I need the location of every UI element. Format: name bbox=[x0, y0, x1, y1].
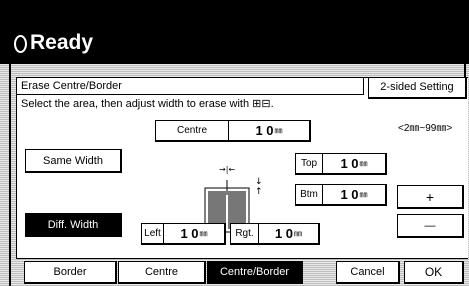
centre-unit: ㎜ bbox=[274, 126, 283, 135]
top-width-field[interactable]: Top 1 0 ㎜ bbox=[295, 153, 387, 175]
decrease-button[interactable]: — bbox=[397, 214, 464, 238]
frame-divider-left bbox=[9, 64, 11, 286]
top-value-box: 1 0 ㎜ bbox=[323, 154, 385, 173]
left-unit: ㎜ bbox=[199, 229, 208, 238]
left-label: Left bbox=[142, 224, 164, 243]
ready-status-icon bbox=[14, 35, 27, 53]
btm-value-box: 1 0 ㎜ bbox=[323, 185, 385, 204]
top-value: 1 0 bbox=[340, 156, 359, 171]
right-width-field[interactable]: Rgt. 1 0 ㎜ bbox=[230, 223, 320, 245]
panel-title: Erase Centre/Border bbox=[21, 80, 122, 92]
ok-button[interactable]: OK bbox=[404, 261, 464, 284]
left-value-box: 1 0 ㎜ bbox=[164, 224, 224, 243]
tab-centre-border[interactable]: Centre/Border bbox=[207, 261, 303, 284]
rgt-value-box: 1 0 ㎜ bbox=[259, 224, 318, 243]
rgt-unit: ㎜ bbox=[294, 229, 303, 238]
top-label: Top bbox=[296, 154, 323, 173]
centre-value: 1 0 bbox=[255, 123, 274, 138]
btm-unit: ㎜ bbox=[359, 190, 368, 199]
left-value: 1 0 bbox=[180, 226, 199, 241]
centre-width-field[interactable]: Centre 1 0 ㎜ bbox=[155, 120, 311, 142]
svg-text:↑: ↑ bbox=[255, 187, 263, 197]
bottom-width-field[interactable]: Btm 1 0 ㎜ bbox=[295, 184, 387, 206]
cancel-button[interactable]: Cancel bbox=[336, 261, 400, 284]
rgt-label: Rgt. bbox=[231, 224, 259, 243]
svg-text:↓: ↓ bbox=[255, 177, 263, 187]
tab-border[interactable]: Border bbox=[24, 261, 117, 284]
same-width-button[interactable]: Same Width bbox=[25, 149, 122, 173]
btm-label: Btm bbox=[296, 185, 323, 204]
top-unit: ㎜ bbox=[359, 159, 368, 168]
range-text: <2㎜~99㎜> bbox=[398, 123, 453, 134]
centre-label: Centre bbox=[156, 121, 229, 140]
diff-width-button[interactable]: Diff. Width bbox=[25, 213, 122, 237]
increase-button[interactable]: + bbox=[397, 185, 464, 209]
svg-text:→|←: →|← bbox=[219, 165, 235, 174]
rgt-value: 1 0 bbox=[274, 226, 294, 241]
left-width-field[interactable]: Left 1 0 ㎜ bbox=[141, 223, 226, 245]
status-title: Ready bbox=[30, 31, 94, 54]
tab-centre[interactable]: Centre bbox=[118, 261, 206, 284]
two-sided-setting-button[interactable]: 2-sided Setting bbox=[368, 77, 467, 99]
centre-value-box: 1 0 ㎜ bbox=[229, 121, 309, 140]
instruction-text: Select the area, then adjust width to er… bbox=[21, 98, 274, 110]
btm-value: 1 0 bbox=[340, 187, 359, 202]
